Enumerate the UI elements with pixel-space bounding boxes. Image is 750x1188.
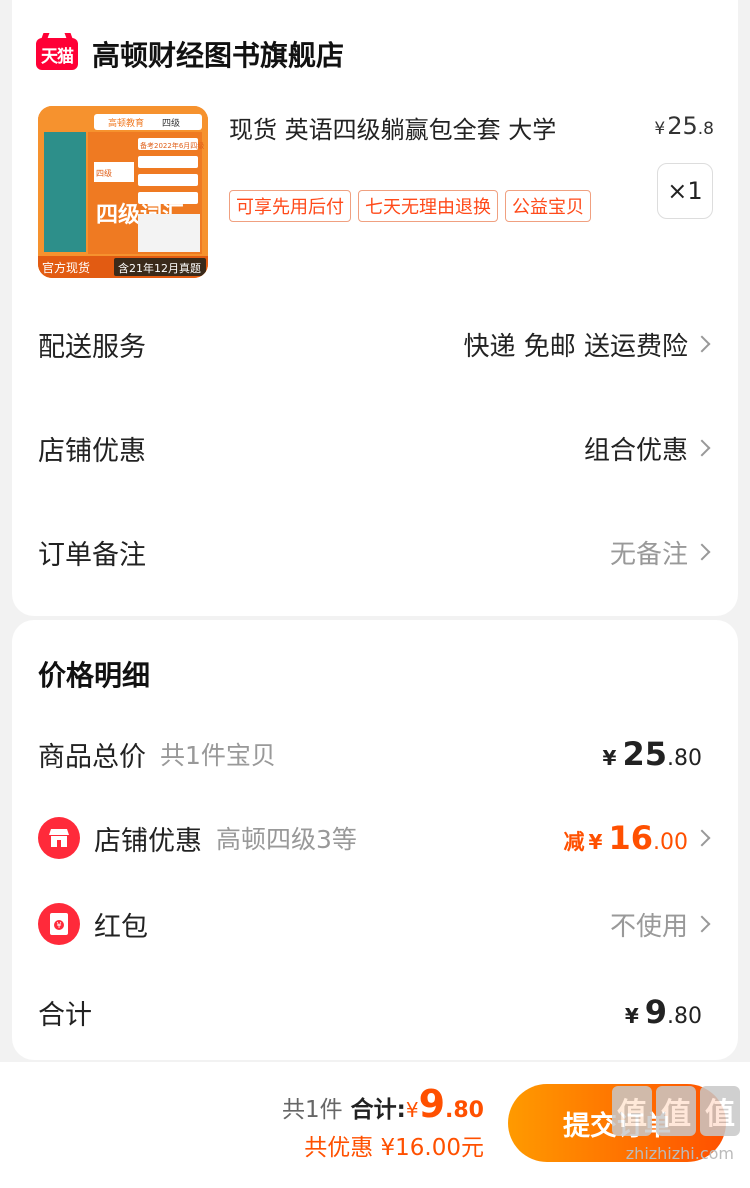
order-note-row[interactable]: 订单备注 无备注	[38, 532, 714, 572]
goods-total-label: 商品总价	[38, 741, 146, 773]
amount-integer: 16	[608, 819, 653, 857]
store-coupon-label: 店铺优惠	[94, 825, 202, 857]
store-discount-row[interactable]: 店铺优惠 组合优惠	[38, 428, 714, 468]
item-count: 共1件	[281, 1097, 343, 1123]
store-coupon-amount: 减 ¥16.00	[564, 819, 688, 857]
chevron-right-icon	[693, 543, 711, 561]
currency-symbol: ¥	[405, 1098, 419, 1122]
currency-symbol: ¥	[588, 830, 603, 854]
chevron-right-icon	[693, 439, 711, 457]
quantity-selector[interactable]: ×1	[657, 163, 713, 219]
delivery-label: 配送服务	[38, 331, 146, 363]
total-decimal: .80	[445, 1098, 484, 1123]
goods-total-amount: ¥25.80	[603, 735, 702, 773]
svg-text:四级: 四级	[162, 117, 180, 129]
store-coupon-row[interactable]: 店铺优惠 高顿四级3等 减 ¥16.00	[38, 816, 714, 860]
product-image[interactable]: 高顿教育 四级 备考2022年6月四级 四级 四级词汇 官方现货 含21年12月…	[38, 106, 208, 278]
watermark-logo-glyph: 值	[612, 1086, 652, 1136]
tmall-logo-icon: 天猫	[36, 38, 78, 70]
tag-pay-later[interactable]: 可享先用后付	[229, 190, 351, 222]
watermark-text: zhizhizhi.com	[625, 1144, 734, 1163]
watermark-logo: 值 值 值	[612, 1086, 740, 1136]
subtotal-amount: ¥9.80	[625, 993, 702, 1031]
store-discount-label: 店铺优惠	[38, 435, 146, 467]
product-price: ¥25.8	[654, 112, 714, 140]
red-packet-row[interactable]: ¥ 红包 不使用	[38, 902, 714, 946]
svg-text:含21年12月真题: 含21年12月真题	[118, 261, 201, 275]
total-integer: 9	[418, 1082, 446, 1126]
product-title[interactable]: 现货 英语四级躺赢包全套 大学	[229, 110, 556, 145]
price-detail-title: 价格明细	[38, 659, 151, 692]
delivery-row[interactable]: 配送服务 快递 免邮 送运费险	[38, 324, 714, 364]
order-note-label: 订单备注	[38, 539, 146, 571]
svg-text:¥: ¥	[56, 921, 61, 930]
chevron-right-icon	[693, 335, 711, 353]
goods-total-row: 商品总价 共1件宝贝 ¥25.80	[38, 732, 714, 776]
store-name[interactable]: 高顿财经图书旗舰店	[92, 34, 344, 74]
svg-text:备考2022年6月四级: 备考2022年6月四级	[140, 141, 204, 150]
delivery-value: 快递 免邮 送运费险	[463, 331, 688, 362]
price-decimal: .8	[697, 119, 714, 139]
svg-text:高顿教育: 高顿教育	[108, 117, 144, 129]
svg-text:四级: 四级	[96, 168, 112, 178]
store-header[interactable]: 天猫 高顿财经图书旗舰店	[36, 34, 344, 74]
total-saving: 共优惠 ¥16.00元	[304, 1135, 484, 1161]
subtotal-row: 合计 ¥9.80	[38, 990, 714, 1034]
amount-decimal: .00	[653, 830, 688, 855]
price-integer: 25	[667, 112, 698, 140]
order-note-value: 无备注	[609, 539, 688, 570]
watermark-logo-glyph: 值	[656, 1086, 696, 1136]
store-discount-value-wrap: 组合优惠	[584, 430, 714, 467]
subtotal-label: 合计	[38, 999, 92, 1031]
watermark-logo-glyph: 值	[700, 1086, 740, 1136]
store-coupon-name: 高顿四级3等	[216, 825, 357, 854]
currency-symbol: ¥	[624, 1004, 639, 1028]
goods-count: 共1件宝贝	[160, 741, 276, 770]
red-packet-label: 红包	[94, 911, 148, 943]
tag-charity[interactable]: 公益宝贝	[505, 190, 591, 222]
store-discount-value: 组合优惠	[583, 435, 688, 466]
delivery-value-wrap: 快递 免邮 送运费险	[463, 326, 714, 363]
watermark: 值 值 值 zhizhizhi.com	[600, 1086, 740, 1176]
store-icon	[38, 817, 80, 859]
order-store-card: 天猫 高顿财经图书旗舰店 高顿教育 四级 备考2022年6月四级 四级 四级词汇…	[12, 0, 738, 616]
amount-integer: 9	[644, 993, 667, 1031]
red-packet-icon: ¥	[38, 903, 80, 945]
minus-prefix: 减	[563, 830, 585, 854]
chevron-right-icon	[693, 915, 711, 933]
amount-integer: 25	[622, 735, 667, 773]
amount-decimal: .80	[667, 1004, 702, 1029]
checkout-summary: 共1件 合计: ¥ 9 .80	[282, 1082, 484, 1126]
order-note-value-wrap: 无备注	[610, 534, 714, 571]
price-detail-card: 价格明细 商品总价 共1件宝贝 ¥25.80 店铺优惠 高顿四级3等 减 ¥16.…	[12, 620, 738, 1060]
service-tags: 可享先用后付 七天无理由退换 公益宝贝	[229, 190, 591, 222]
product-thumbnail-art: 高顿教育 四级 备考2022年6月四级 四级 四级词汇 官方现货 含21年12月…	[38, 106, 208, 278]
currency-symbol: ¥	[654, 119, 666, 139]
currency-symbol: ¥	[602, 746, 617, 770]
tag-seven-day-return[interactable]: 七天无理由退换	[358, 190, 498, 222]
total-label: 合计:	[350, 1097, 406, 1123]
red-packet-value: 不使用	[609, 911, 688, 942]
amount-decimal: .80	[667, 746, 702, 771]
red-packet-value-wrap: 不使用	[610, 906, 714, 943]
chevron-right-icon	[693, 829, 711, 847]
svg-text:官方现货: 官方现货	[42, 260, 90, 275]
